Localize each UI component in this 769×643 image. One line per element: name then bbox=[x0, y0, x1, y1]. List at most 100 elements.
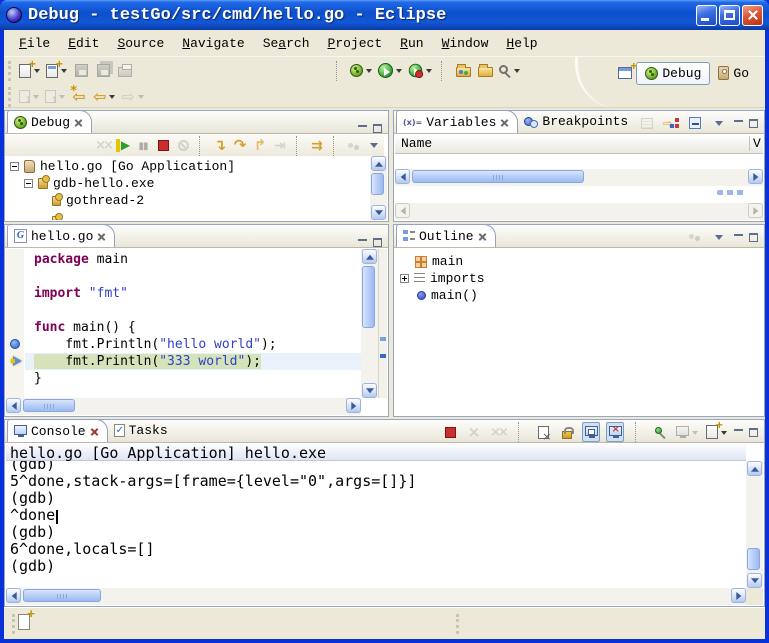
column-value-header[interactable]: V bbox=[749, 136, 763, 151]
show-stderr-button[interactable] bbox=[606, 422, 624, 442]
tab-hello-go[interactable]: G hello.go bbox=[7, 224, 115, 247]
terminate-button[interactable] bbox=[441, 422, 459, 442]
tab-console[interactable]: Console bbox=[7, 419, 108, 442]
terminate-button[interactable] bbox=[154, 136, 172, 156]
close-icon[interactable] bbox=[500, 118, 509, 127]
instruction-stepping-button[interactable] bbox=[271, 136, 289, 156]
debug-view-menu-button[interactable] bbox=[365, 136, 383, 156]
show-logical-structures-button[interactable] bbox=[662, 113, 680, 133]
external-tools-button[interactable] bbox=[406, 60, 434, 82]
scroll-up-button[interactable] bbox=[371, 156, 386, 171]
fast-view-button[interactable] bbox=[18, 614, 30, 630]
dropdown-arrow-icon[interactable] bbox=[692, 431, 698, 438]
scroll-down-button[interactable] bbox=[371, 205, 386, 220]
outline-row-package[interactable]: main bbox=[415, 253, 463, 270]
disconnect-button[interactable] bbox=[174, 136, 192, 156]
menu-window[interactable]: Window bbox=[433, 34, 498, 53]
scroll-down-button[interactable] bbox=[362, 383, 377, 398]
breakpoint-overview-mark[interactable] bbox=[380, 337, 386, 341]
close-icon[interactable] bbox=[97, 232, 106, 241]
scroll-lock-button[interactable] bbox=[558, 422, 576, 442]
use-step-filters-button[interactable] bbox=[308, 136, 326, 156]
scroll-left-button[interactable] bbox=[395, 169, 410, 184]
close-button[interactable] bbox=[742, 5, 763, 26]
run-launch-button[interactable] bbox=[376, 60, 404, 82]
console-hscrollbar[interactable] bbox=[6, 588, 746, 605]
resume-button[interactable] bbox=[114, 136, 132, 156]
perspective-debug-button[interactable]: Debug bbox=[636, 62, 710, 85]
remove-all-terminated-button[interactable] bbox=[489, 422, 507, 442]
dropdown-arrow-icon[interactable] bbox=[138, 95, 144, 102]
open-console-button[interactable] bbox=[705, 422, 728, 442]
maximize-button[interactable] bbox=[719, 5, 740, 26]
step-over-button[interactable] bbox=[231, 136, 249, 156]
clear-console-button[interactable] bbox=[534, 422, 552, 442]
scroll-left-button[interactable] bbox=[6, 398, 21, 413]
dropdown-arrow-icon[interactable] bbox=[426, 69, 432, 76]
minimize-view-button[interactable] bbox=[733, 428, 744, 437]
menu-source[interactable]: Source bbox=[108, 34, 173, 53]
variables-view-menu-button[interactable] bbox=[710, 113, 728, 133]
dropdown-arrow-icon[interactable] bbox=[59, 95, 65, 102]
scroll-right-button[interactable] bbox=[346, 398, 361, 413]
outline-view-menu-button[interactable] bbox=[710, 227, 728, 247]
menu-help[interactable]: Help bbox=[497, 34, 546, 53]
maximize-view-button[interactable] bbox=[748, 233, 759, 242]
open-resource-button[interactable] bbox=[453, 60, 473, 82]
scrollbar-thumb[interactable] bbox=[412, 170, 584, 183]
debug-launch-button[interactable] bbox=[348, 60, 374, 82]
minimize-view-button[interactable] bbox=[357, 238, 368, 247]
outline-row-main-func[interactable]: main() bbox=[417, 287, 478, 304]
perspective-go-button[interactable]: Go bbox=[710, 63, 757, 84]
search-button[interactable] bbox=[497, 60, 522, 82]
minimize-view-button[interactable] bbox=[733, 233, 744, 242]
variables-detail-pane[interactable] bbox=[395, 186, 763, 204]
breakpoint-icon[interactable] bbox=[10, 339, 20, 349]
scrollbar-thumb[interactable] bbox=[371, 173, 384, 195]
open-perspective-button[interactable] bbox=[615, 62, 635, 84]
menu-file[interactable]: File bbox=[10, 34, 59, 53]
collapse-all-button[interactable] bbox=[686, 113, 704, 133]
overview-ruler[interactable] bbox=[378, 249, 387, 398]
tree-row-thread[interactable]: gothread-2 bbox=[52, 192, 144, 209]
step-into-button[interactable] bbox=[211, 136, 229, 156]
close-icon[interactable] bbox=[478, 232, 487, 241]
tab-variables[interactable]: (x)= Variables bbox=[396, 110, 518, 133]
close-icon[interactable] bbox=[74, 118, 83, 127]
back-button[interactable] bbox=[91, 86, 117, 108]
menu-navigate[interactable]: Navigate bbox=[173, 34, 253, 53]
pin-console-button[interactable] bbox=[651, 422, 669, 442]
editor-vscrollbar[interactable] bbox=[361, 249, 378, 398]
tree-row-launch[interactable]: hello.go [Go Application] bbox=[10, 158, 235, 175]
tab-tasks[interactable]: Tasks bbox=[108, 419, 176, 442]
forward-button[interactable] bbox=[119, 86, 145, 108]
expand-expander-icon[interactable] bbox=[400, 274, 409, 283]
variables-hscrollbar[interactable] bbox=[395, 169, 763, 186]
step-return-button[interactable] bbox=[251, 136, 269, 156]
tree-row-process[interactable]: gdb-hello.exe bbox=[24, 175, 154, 192]
console-output[interactable]: (gdb) 5^done,stack-args=[frame={level="0… bbox=[6, 461, 746, 588]
scrollbar-thumb[interactable] bbox=[362, 266, 375, 328]
new-wizard-button[interactable] bbox=[17, 60, 42, 82]
show-type-names-button[interactable] bbox=[638, 113, 656, 133]
tree-row-clipped[interactable] bbox=[52, 212, 61, 220]
last-edit-location-button[interactable] bbox=[69, 86, 89, 108]
dropdown-arrow-icon[interactable] bbox=[366, 69, 372, 76]
outline-row-imports[interactable]: imports bbox=[400, 270, 485, 287]
scrollbar-thumb[interactable] bbox=[23, 589, 101, 602]
maximize-view-button[interactable] bbox=[748, 119, 759, 128]
collapse-expander-icon[interactable] bbox=[10, 162, 19, 171]
dropdown-arrow-icon[interactable] bbox=[33, 95, 39, 102]
debug-tree-vscrollbar[interactable] bbox=[370, 156, 387, 220]
annotation-ruler[interactable] bbox=[6, 249, 24, 398]
dropdown-arrow-icon[interactable] bbox=[109, 95, 115, 102]
maximize-view-button[interactable] bbox=[372, 238, 383, 247]
save-button[interactable] bbox=[71, 60, 91, 82]
scroll-right-button[interactable] bbox=[748, 169, 763, 184]
suspend-button[interactable] bbox=[134, 136, 152, 156]
show-stdout-button[interactable] bbox=[582, 422, 600, 442]
menu-project[interactable]: Project bbox=[319, 34, 392, 53]
previous-annotation-button[interactable] bbox=[43, 86, 67, 108]
remove-launch-button[interactable] bbox=[465, 422, 483, 442]
new-project-button[interactable] bbox=[44, 60, 69, 82]
